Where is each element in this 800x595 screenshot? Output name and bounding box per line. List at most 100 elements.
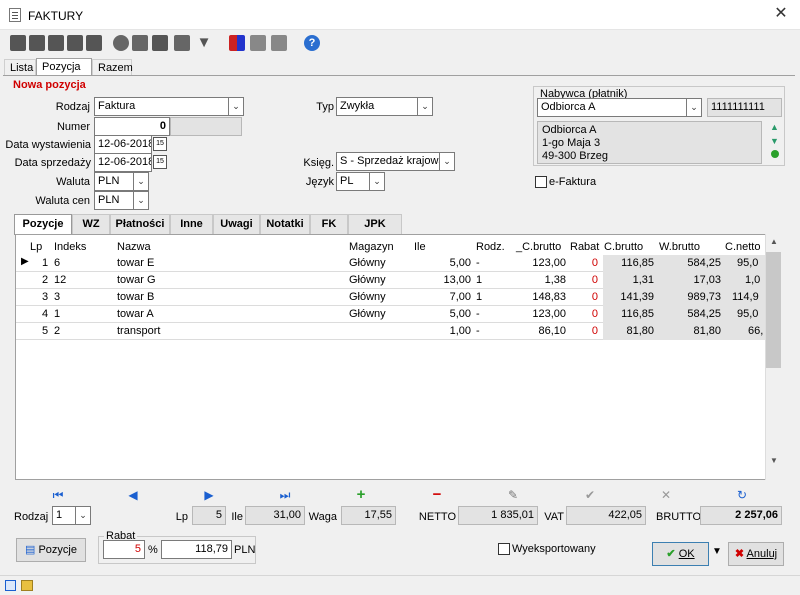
tab-inne[interactable]: Inne bbox=[170, 214, 213, 234]
waluta-cen-select[interactable]: PLN bbox=[94, 191, 134, 210]
nav-confirm-icon[interactable]: ✔ bbox=[583, 489, 597, 501]
column-header[interactable]: C.brutto bbox=[604, 241, 643, 253]
chevron-down-icon[interactable]: ⌄ bbox=[369, 172, 385, 191]
data-wystawienia-field[interactable]: 12-06-2018 bbox=[94, 135, 152, 154]
export-icon[interactable] bbox=[271, 35, 287, 51]
efaktura-checkbox[interactable] bbox=[535, 176, 547, 188]
colors-icon[interactable] bbox=[229, 35, 245, 51]
column-header[interactable]: Ile bbox=[414, 241, 426, 253]
nav-last-icon[interactable]: ⏭ bbox=[278, 489, 292, 501]
column-header[interactable]: Rabat bbox=[570, 241, 599, 253]
column-header[interactable]: Lp bbox=[30, 241, 42, 253]
buyer-select[interactable]: Odbiorca A bbox=[537, 98, 687, 117]
rodzaj-select[interactable]: Faktura bbox=[94, 97, 229, 116]
tab-razem[interactable]: Razem bbox=[92, 59, 133, 75]
settings-icon[interactable] bbox=[174, 35, 190, 51]
chevron-down-icon[interactable]: ⌄ bbox=[417, 97, 433, 116]
numer-label: Numer bbox=[56, 121, 90, 133]
summary-rodzaj-select[interactable]: 1 bbox=[52, 506, 76, 525]
chevron-down-icon[interactable]: ⌄ bbox=[133, 191, 149, 210]
cell-c-brutto-raw: 123,00 bbox=[532, 308, 566, 320]
refresh-icon[interactable] bbox=[113, 35, 129, 51]
typ-select[interactable]: Zwykła bbox=[336, 97, 418, 116]
cell-rodz: - bbox=[476, 257, 480, 269]
table-row[interactable]: 3 3 towar B Główny 7,00 1 148,83 0 141,3… bbox=[16, 289, 766, 306]
close-icon[interactable]: ✕ bbox=[772, 5, 790, 23]
prev-record-icon[interactable] bbox=[29, 35, 45, 51]
cell-nazwa: towar G bbox=[117, 274, 156, 286]
wyeksportowany-label: Wyeksportowany bbox=[512, 543, 596, 555]
column-header[interactable]: _C.brutto bbox=[516, 241, 561, 253]
ok-button[interactable]: ✔ OK bbox=[652, 542, 709, 566]
positions-grid[interactable]: Lp Indeks Nazwa Magazyn Ile Rodz. _C.bru… bbox=[15, 234, 782, 480]
help-icon[interactable]: ? bbox=[304, 35, 320, 51]
buyer-nip-field: 1111111111 bbox=[707, 98, 782, 117]
tab-uwagi[interactable]: Uwagi bbox=[213, 214, 260, 234]
chevron-down-icon[interactable]: ⌄ bbox=[228, 97, 244, 116]
nav-prev-icon[interactable]: ◀ bbox=[126, 489, 140, 501]
column-header[interactable]: W.brutto bbox=[659, 241, 700, 253]
jezyk-select[interactable]: PL bbox=[336, 172, 370, 191]
print-icon[interactable] bbox=[132, 35, 148, 51]
nav-cancel-icon[interactable]: ✕ bbox=[659, 489, 673, 501]
rabat-pct-field[interactable]: 5 bbox=[103, 540, 145, 559]
tab-platnosci[interactable]: Płatności bbox=[110, 214, 170, 234]
tab-notatki[interactable]: Notatki bbox=[260, 214, 310, 234]
anuluj-button[interactable]: ✖ Anuluj bbox=[728, 542, 784, 566]
table-row[interactable]: ▶ 1 6 towar E Główny 5,00 - 123,00 0 116… bbox=[16, 255, 766, 272]
column-header[interactable]: C.netto bbox=[725, 241, 760, 253]
tab-pozycje[interactable]: Pozycje bbox=[14, 214, 72, 235]
chevron-down-icon[interactable]: ⌄ bbox=[75, 506, 91, 525]
waluta-select[interactable]: PLN bbox=[94, 172, 134, 191]
title-bar: FAKTURY ✕ bbox=[0, 0, 800, 30]
column-header[interactable]: Magazyn bbox=[349, 241, 394, 253]
add-record-icon[interactable] bbox=[48, 35, 64, 51]
calendar-icon[interactable]: 15 bbox=[153, 155, 167, 169]
chevron-down-icon[interactable]: ⌄ bbox=[686, 98, 702, 117]
scroll-down-icon[interactable]: ▼ bbox=[770, 136, 779, 146]
column-header[interactable]: Nazwa bbox=[117, 241, 151, 253]
nav-refresh-icon[interactable]: ↻ bbox=[735, 489, 749, 501]
readonly-shade bbox=[603, 272, 766, 289]
table-row[interactable]: 5 2 transport 1,00 - 86,10 0 81,80 81,80… bbox=[16, 323, 766, 340]
table-row[interactable]: 2 12 towar G Główny 13,00 1 1,38 0 1,31 … bbox=[16, 272, 766, 289]
cell-lp: 5 bbox=[42, 325, 49, 337]
tab-fk[interactable]: FK bbox=[310, 214, 348, 234]
window-title: FAKTURY bbox=[28, 9, 84, 23]
chevron-down-icon[interactable]: ⌄ bbox=[133, 172, 149, 191]
tab-pozycja[interactable]: Pozycja bbox=[36, 58, 92, 76]
nav-edit-icon[interactable]: ✎ bbox=[506, 489, 520, 501]
nav-next-icon[interactable]: ▶ bbox=[202, 489, 216, 501]
ksieg-select[interactable]: S - Sprzedaż krajowa bbox=[336, 152, 440, 171]
nav-add-icon[interactable]: + bbox=[354, 487, 368, 502]
folder-icon[interactable] bbox=[21, 580, 33, 591]
column-header[interactable]: Indeks bbox=[54, 241, 86, 253]
scrollbar-thumb[interactable] bbox=[766, 252, 781, 368]
tab-wz[interactable]: WZ bbox=[72, 214, 110, 234]
column-header[interactable]: Rodz. bbox=[476, 241, 505, 253]
chevron-down-icon[interactable]: ⌄ bbox=[439, 152, 455, 171]
tab-lista[interactable]: Lista bbox=[4, 59, 36, 75]
scroll-down-icon[interactable]: ▼ bbox=[770, 456, 778, 465]
nav-first-icon[interactable]: ⏮ bbox=[51, 489, 65, 501]
table-row[interactable]: 4 1 towar A Główny 5,00 - 123,00 0 116,8… bbox=[16, 306, 766, 323]
numer-field[interactable]: 0 bbox=[94, 117, 170, 136]
first-record-icon[interactable] bbox=[10, 35, 26, 51]
wyeksportowany-checkbox[interactable] bbox=[498, 543, 510, 555]
calendar-icon[interactable]: 15 bbox=[153, 137, 167, 151]
scroll-up-icon[interactable]: ▲ bbox=[770, 237, 778, 246]
find-icon[interactable] bbox=[152, 35, 168, 51]
data-sprzedazy-field[interactable]: 12-06-2018 bbox=[94, 153, 152, 172]
rabat-amount-field[interactable]: 118,79 bbox=[161, 540, 232, 559]
ok-dropdown-icon[interactable]: ▼ bbox=[712, 546, 722, 557]
save-record-icon[interactable] bbox=[86, 35, 102, 51]
nav-delete-icon[interactable]: − bbox=[430, 487, 444, 502]
pozycje-button[interactable]: ▤ Pozycje bbox=[16, 538, 86, 562]
cell-rabat: 0 bbox=[591, 257, 598, 269]
scroll-up-icon[interactable]: ▲ bbox=[770, 122, 779, 132]
filter-icon[interactable]: ▼ bbox=[196, 35, 212, 51]
delete-record-icon[interactable] bbox=[67, 35, 83, 51]
copy-icon[interactable] bbox=[250, 35, 266, 51]
window-icon[interactable] bbox=[5, 580, 16, 591]
tab-jpk[interactable]: JPK bbox=[348, 214, 402, 234]
